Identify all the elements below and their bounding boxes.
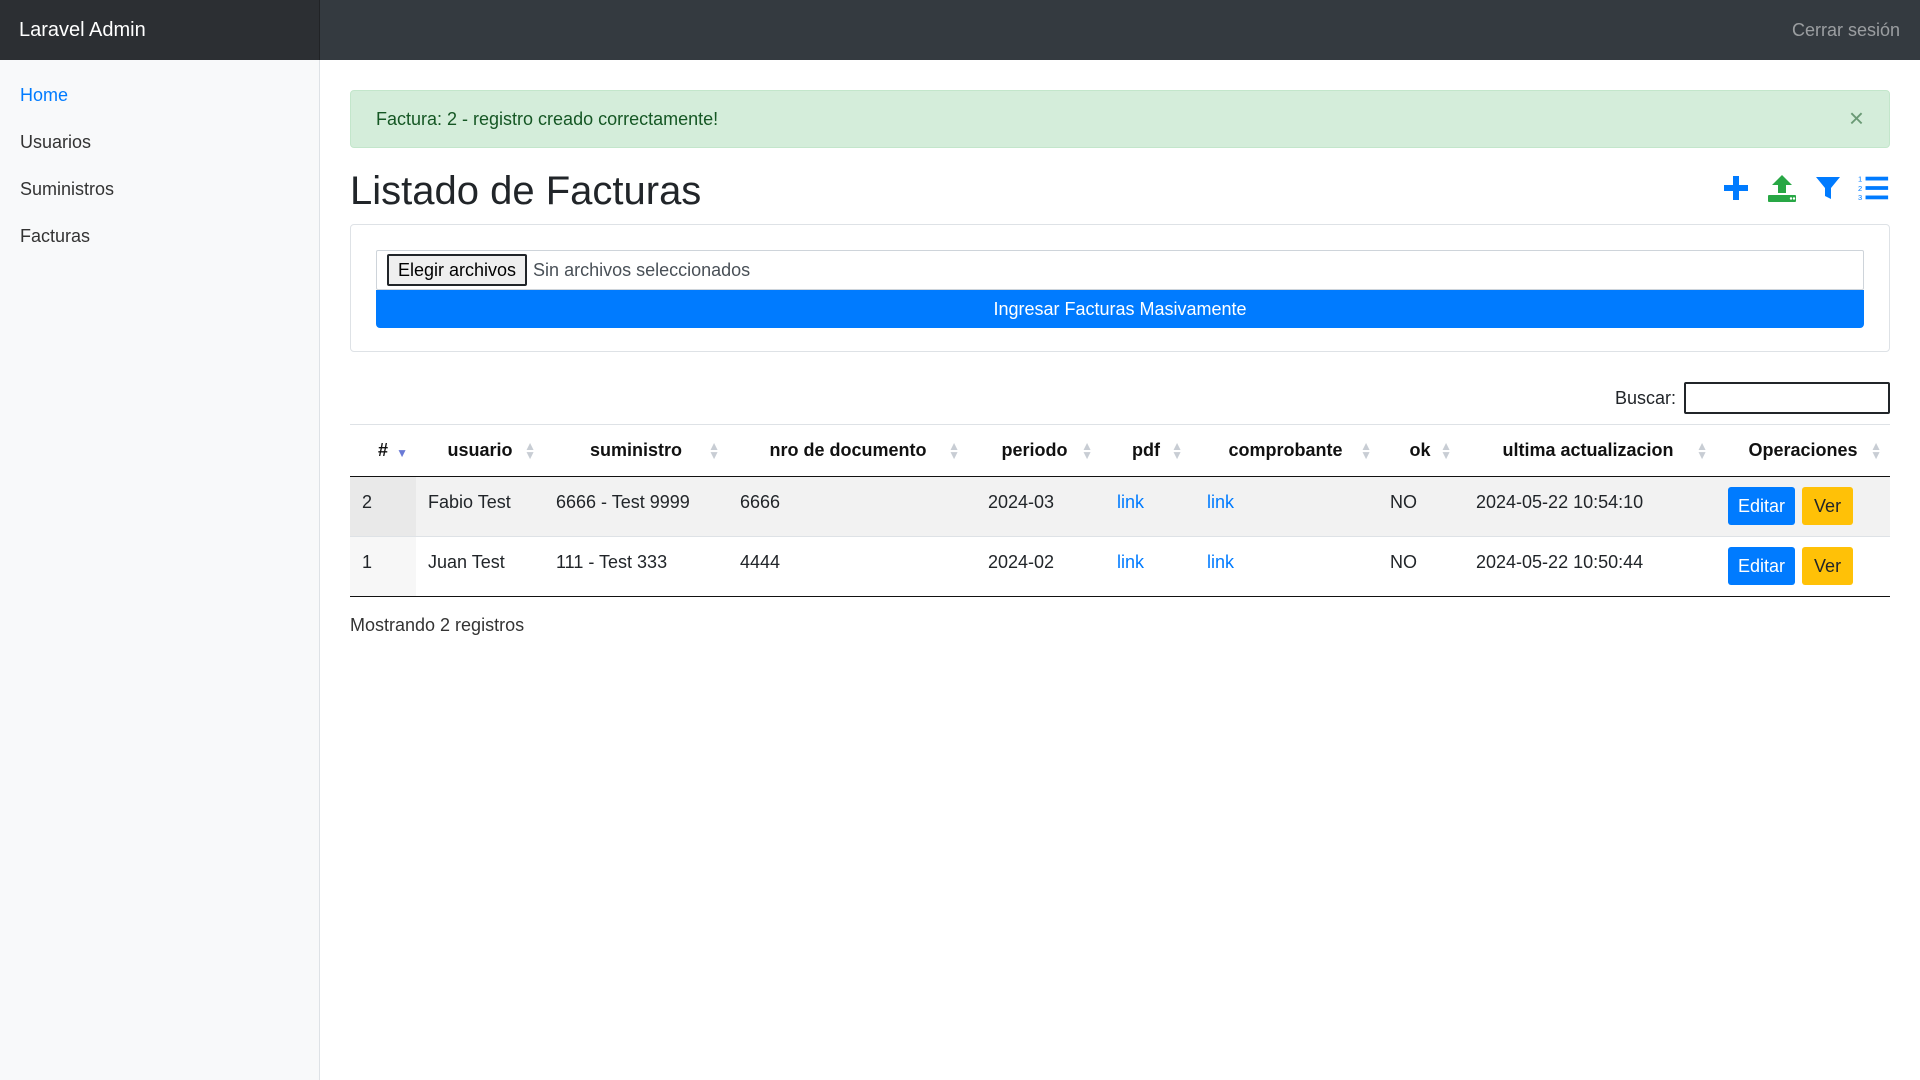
plus-icon[interactable] <box>1720 172 1752 204</box>
invoices-table: # ▼ usuario ▲ ▼ suministro ▲ ▼ nro de documen… <box>350 424 1890 597</box>
cell-pdf: link <box>1101 536 1191 597</box>
col-comprobante[interactable]: comprobante ▲ ▼ <box>1191 424 1380 477</box>
upload-icon[interactable] <box>1766 172 1798 204</box>
choose-files-button[interactable]: Elegir archivos <box>387 254 528 286</box>
bulk-upload-button[interactable]: Ingresar Facturas Masivamente <box>376 290 1864 328</box>
view-button[interactable]: Ver <box>1802 487 1854 525</box>
svg-text:3: 3 <box>1858 193 1862 202</box>
sort-icon: ▲ ▼ <box>1360 439 1372 462</box>
cell-usuario: Fabio Test <box>416 476 544 537</box>
cell-actualizacion: 2024-05-22 10:54:10 <box>1460 476 1716 537</box>
sort-icon: ▲ ▼ <box>1171 439 1183 462</box>
filter-icon[interactable] <box>1812 172 1844 204</box>
sidebar-item-facturas[interactable]: Facturas <box>0 213 319 260</box>
cell-periodo: 2024-03 <box>968 476 1101 537</box>
col-id[interactable]: # ▼ <box>350 424 416 477</box>
alert-message: Factura: 2 - registro creado correctamen… <box>376 108 719 129</box>
sort-icon: ▲ ▼ <box>524 439 536 462</box>
table-row: 2 Fabio Test 6666 - Test 9999 6666 2024-… <box>350 476 1890 537</box>
cell-suministro: 111 - Test 333 <box>544 536 728 597</box>
search-label: Buscar: <box>1614 387 1676 408</box>
search-input[interactable] <box>1684 382 1890 414</box>
svg-text:1: 1 <box>1858 174 1862 183</box>
page-title: Listado de Facturas <box>350 169 702 213</box>
view-button[interactable]: Ver <box>1802 547 1854 585</box>
col-pdf[interactable]: pdf ▲ ▼ <box>1101 424 1191 477</box>
cell-suministro: 6666 - Test 9999 <box>544 476 728 537</box>
main-content: Factura: 2 - registro creado correctamen… <box>350 60 1890 636</box>
ordered-list-icon[interactable]: 123 <box>1858 172 1890 204</box>
col-ultima-actualizacion[interactable]: ultima actualizacion ▲ ▼ <box>1460 424 1716 477</box>
sort-icon: ▲ ▼ <box>1081 439 1093 462</box>
col-usuario[interactable]: usuario ▲ ▼ <box>416 424 544 477</box>
sort-desc-icon: ▼ <box>396 446 408 460</box>
cell-pdf: link <box>1101 476 1191 537</box>
success-alert: Factura: 2 - registro creado correctamen… <box>350 90 1890 148</box>
logout-link[interactable]: Cerrar sesión <box>1792 0 1900 60</box>
cell-ok: NO <box>1380 476 1460 537</box>
sidebar-item-suministros[interactable]: Suministros <box>0 166 319 213</box>
sidebar: Home Usuarios Suministros Facturas <box>0 60 320 1080</box>
top-navbar: Laravel Admin Cerrar sesión <box>0 0 1920 60</box>
pdf-link[interactable]: link <box>1117 552 1144 572</box>
cell-nro: 4444 <box>728 536 968 597</box>
cell-periodo: 2024-02 <box>968 536 1101 597</box>
sort-icon: ▲ ▼ <box>1440 439 1452 462</box>
cell-comprobante: link <box>1191 476 1380 537</box>
table-info: Mostrando 2 registros <box>350 615 525 635</box>
cell-ok: NO <box>1380 536 1460 597</box>
table-row: 1 Juan Test 111 - Test 333 4444 2024-02 … <box>350 536 1890 597</box>
edit-button[interactable]: Editar <box>1728 487 1796 525</box>
col-suministro[interactable]: suministro ▲ ▼ <box>544 424 728 477</box>
sort-icon: ▲ ▼ <box>948 439 960 462</box>
cell-nro: 6666 <box>728 476 968 537</box>
edit-button[interactable]: Editar <box>1728 547 1796 585</box>
sort-icon: ▲ ▼ <box>1870 439 1882 462</box>
file-status: Sin archivos seleccionados <box>533 259 751 280</box>
cell-actualizacion: 2024-05-22 10:50:44 <box>1460 536 1716 597</box>
cell-id: 2 <box>350 476 416 537</box>
cell-usuario: Juan Test <box>416 536 544 597</box>
brand-title[interactable]: Laravel Admin <box>0 0 320 60</box>
comprobante-link[interactable]: link <box>1207 492 1234 512</box>
sidebar-item-home[interactable]: Home <box>0 72 319 119</box>
search-row: Buscar: <box>350 382 1890 414</box>
cell-operaciones: Editar Ver <box>1716 536 1890 597</box>
file-input[interactable]: Elegir archivos Sin archivos seleccionad… <box>376 250 1864 290</box>
cell-operaciones: Editar Ver <box>1716 476 1890 537</box>
col-ok[interactable]: ok ▲ ▼ <box>1380 424 1460 477</box>
sidebar-item-usuarios[interactable]: Usuarios <box>0 119 319 166</box>
close-icon[interactable]: × <box>1849 105 1864 131</box>
col-nro-documento[interactable]: nro de documento ▲ ▼ <box>728 424 968 477</box>
col-operaciones[interactable]: Operaciones ▲ ▼ <box>1716 424 1890 477</box>
pdf-link[interactable]: link <box>1117 492 1144 512</box>
svg-text:2: 2 <box>1858 184 1862 193</box>
col-periodo[interactable]: periodo ▲ ▼ <box>968 424 1101 477</box>
cell-id: 1 <box>350 536 416 597</box>
title-row: Listado de Facturas 123 <box>350 166 1890 216</box>
sort-icon: ▲ ▼ <box>708 439 720 462</box>
comprobante-link[interactable]: link <box>1207 552 1234 572</box>
sort-icon: ▲ ▼ <box>1696 439 1708 462</box>
upload-card: Elegir archivos Sin archivos seleccionad… <box>350 224 1890 352</box>
table-header-row: # ▼ usuario ▲ ▼ suministro ▲ ▼ nro de documen… <box>350 424 1890 477</box>
cell-comprobante: link <box>1191 536 1380 597</box>
toolbar: 123 <box>1720 172 1890 204</box>
